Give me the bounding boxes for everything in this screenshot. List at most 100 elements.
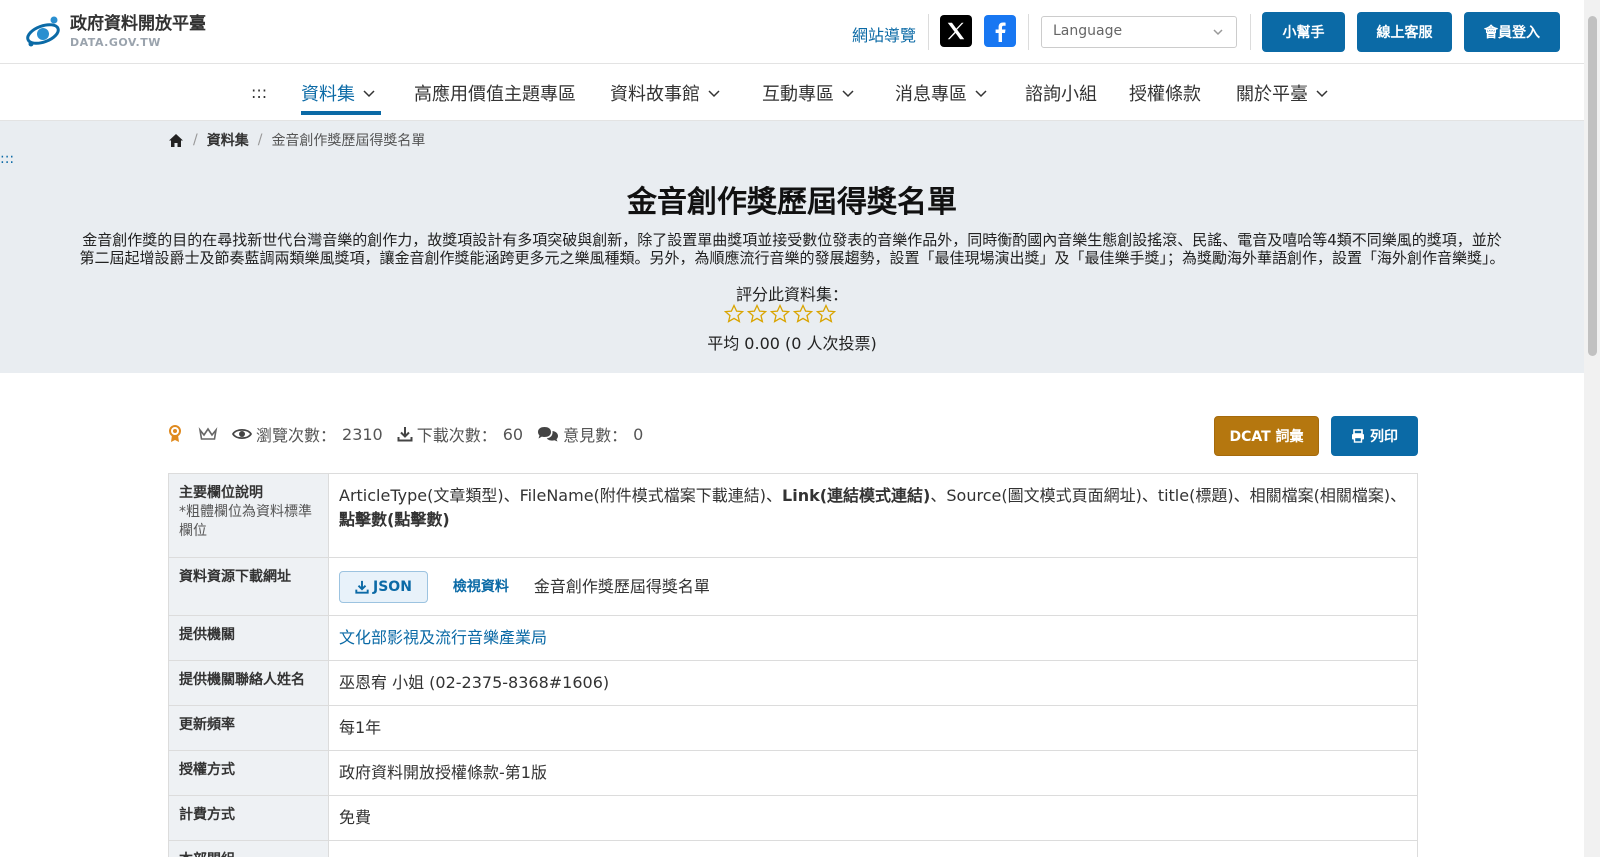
fee-value: 免費 [339, 808, 372, 827]
printer-icon [1352, 429, 1364, 443]
row-header: 授權方式 [169, 751, 329, 795]
row-header: 本部門組 [169, 841, 329, 857]
star-icon[interactable] [747, 304, 767, 324]
license-value: 政府資料開放授權條款-第1版 [339, 763, 547, 782]
x-twitter-icon[interactable] [940, 15, 972, 47]
sitemap-link[interactable]: 網站導覽 [852, 22, 916, 46]
nav-item-interactive[interactable]: 互動專區 [762, 80, 854, 106]
online-service-button[interactable]: 線上客服 [1357, 12, 1452, 52]
star-icon[interactable] [770, 304, 790, 324]
table-row: 主要欄位說明 *粗體欄位為資料標準欄位 ArticleType(文章類型)、Fi… [168, 474, 1418, 558]
skip-anchor[interactable]: ::: [0, 151, 14, 167]
row-header: 提供機關聯絡人姓名 [169, 661, 329, 705]
resource-name: 金音創作獎歷屆得獎名單 [533, 576, 710, 596]
frequency-value: 每1年 [339, 718, 382, 737]
table-row: 資料資源下載網址 JSON 檢視資料 金音創作獎歷屆得獎名單 [168, 558, 1418, 616]
json-label: JSON [373, 578, 412, 595]
contact-value: 巫恩宥 小姐 (02-2375-8368#1606) [339, 673, 610, 692]
language-select[interactable]: Language [1041, 16, 1237, 48]
breadcrumb-datasets-link[interactable]: 資料集 [207, 130, 249, 150]
logo-icon [24, 12, 64, 52]
star-icon[interactable] [793, 304, 813, 324]
json-download-button[interactable]: JSON [339, 570, 428, 603]
home-icon[interactable] [168, 133, 184, 148]
description-line: 第二屆起增設爵士及節奏藍調兩類樂風獎項，讓金音創作獎能涵跨更多元之樂風種類。另外… [79, 249, 1505, 267]
nav-item-data-stories[interactable]: 資料故事館 [610, 80, 720, 106]
nav-item-label: 諮詢小組 [1025, 84, 1097, 105]
facebook-icon[interactable] [984, 15, 1016, 47]
nav-item-label: 資料故事館 [610, 84, 700, 105]
comments-icon [538, 427, 559, 442]
views-stat: 瀏覽次數： 2310 [232, 422, 383, 446]
language-placeholder: Language [1053, 23, 1123, 39]
nav-item-label: 關於平臺 [1236, 84, 1308, 105]
rating-average: 平均 0.00 (0 人次投票) [707, 334, 877, 353]
breadcrumb: / 資料集 / 金音創作獎歷屆得獎名單 [168, 130, 425, 150]
star-icon[interactable] [724, 304, 744, 324]
comments-stat: 意見數： 0 [537, 422, 643, 446]
rating-label: 評分此資料集： [735, 285, 848, 304]
fields-label: 主要欄位說明 [179, 485, 263, 501]
views-count: 2310 [342, 424, 383, 444]
nav-item-advisory[interactable]: 諮詢小組 [1025, 80, 1097, 106]
scrollbar-thumb[interactable] [1588, 16, 1597, 356]
row-header: 計費方式 [169, 796, 329, 840]
site-header: 政府資料開放平臺 DATA.GOV.TW 網站導覽 Language 小幫手 線… [0, 0, 1584, 64]
breadcrumb-separator: / [257, 132, 263, 148]
member-login-button[interactable]: 會員登入 [1464, 12, 1560, 52]
downloads-stat: 下載次數： 60 [397, 422, 523, 446]
helper-button[interactable]: 小幫手 [1262, 12, 1345, 52]
comments-label: 意見數： [563, 426, 628, 445]
nav-item-news[interactable]: 消息專區 [895, 80, 987, 106]
row-header: 更新頻率 [169, 706, 329, 750]
breadcrumb-current: 金音創作獎歷屆得獎名單 [271, 133, 426, 149]
award-badge-icon [168, 425, 182, 443]
download-value: JSON 檢視資料 金音創作獎歷屆得獎名單 [329, 558, 1417, 615]
view-data-link[interactable]: 檢視資料 [453, 575, 509, 599]
print-label: 列印 [1370, 429, 1398, 445]
rating-stars[interactable] [724, 304, 836, 324]
logo-title: 政府資料開放平臺 [70, 14, 206, 34]
page-title: 金音創作獎歷屆得獎名單 [627, 185, 957, 220]
site-logo[interactable]: 政府資料開放平臺 DATA.GOV.TW [24, 12, 206, 52]
nav-item-license[interactable]: 授權條款 [1129, 80, 1201, 106]
comments-count: 0 [633, 424, 644, 444]
nav-item-label: 授權條款 [1129, 84, 1201, 105]
fields-note: *粗體欄位為資料標準欄位 [179, 504, 312, 539]
dataset-metadata-table: 主要欄位說明 *粗體欄位為資料標準欄位 ArticleType(文章類型)、Fi… [168, 473, 1418, 857]
nav-item-high-value[interactable]: 高應用價值主題專區 [414, 80, 576, 106]
crown-icon [198, 426, 218, 442]
divider [1028, 14, 1029, 50]
provider-value: 文化部影視及流行音樂產業局 [329, 616, 1417, 660]
table-row: 計費方式 免費 [168, 796, 1418, 841]
chevron-down-icon [842, 90, 854, 98]
nav-item-about[interactable]: 關於平臺 [1236, 80, 1328, 106]
table-row: 更新頻率 每1年 [168, 706, 1418, 751]
provider-link[interactable]: 文化部影視及流行音樂產業局 [339, 628, 547, 647]
nav-item-label: 資料集 [301, 84, 355, 105]
nav-item-label: 互動專區 [762, 84, 834, 105]
divider [1250, 14, 1251, 50]
dcat-vocabulary-button[interactable]: DCAT 詞彙 [1214, 416, 1319, 456]
standard-field: 點擊數(點擊數) [339, 510, 450, 529]
nav-skip-anchor[interactable]: ::: [251, 83, 267, 102]
row-header: 主要欄位說明 *粗體欄位為資料標準欄位 [169, 474, 329, 557]
logo-subtitle: DATA.GOV.TW [70, 36, 161, 49]
main-nav: ::: 資料集 高應用價值主題專區 資料故事館 互動專區 消息專區 諮詢小組 授… [0, 64, 1584, 121]
chevron-down-icon [708, 90, 720, 98]
nav-item-label: 高應用價值主題專區 [414, 84, 576, 105]
print-button[interactable]: 列印 [1331, 416, 1418, 456]
table-row: 授權方式 政府資料開放授權條款-第1版 [168, 751, 1418, 796]
nav-item-datasets[interactable]: 資料集 [301, 80, 375, 106]
chevron-down-icon [975, 90, 987, 98]
standard-field: Link(連結模式連結) [782, 486, 931, 505]
dataset-description: 金音創作獎的目的在尋找新世代台灣音樂的創作力，故獎項設計有多項突破與創新，除了設… [24, 231, 1560, 267]
breadcrumb-separator: / [193, 132, 198, 148]
fields-value: ArticleType(文章類型)、FileName(附件模式檔案下載連結)、L… [329, 474, 1417, 557]
star-icon[interactable] [816, 304, 836, 324]
downloads-count: 60 [502, 424, 524, 444]
divider [928, 14, 929, 50]
dataset-hero: / 資料集 / 金音創作獎歷屆得獎名單 ::: 金音創作獎歷屆得獎名單 金音創作… [0, 121, 1584, 373]
chevron-down-icon [363, 90, 375, 98]
field-list-text: ArticleType(文章類型)、FileName(附件模式檔案下載連結)、 [339, 486, 783, 505]
